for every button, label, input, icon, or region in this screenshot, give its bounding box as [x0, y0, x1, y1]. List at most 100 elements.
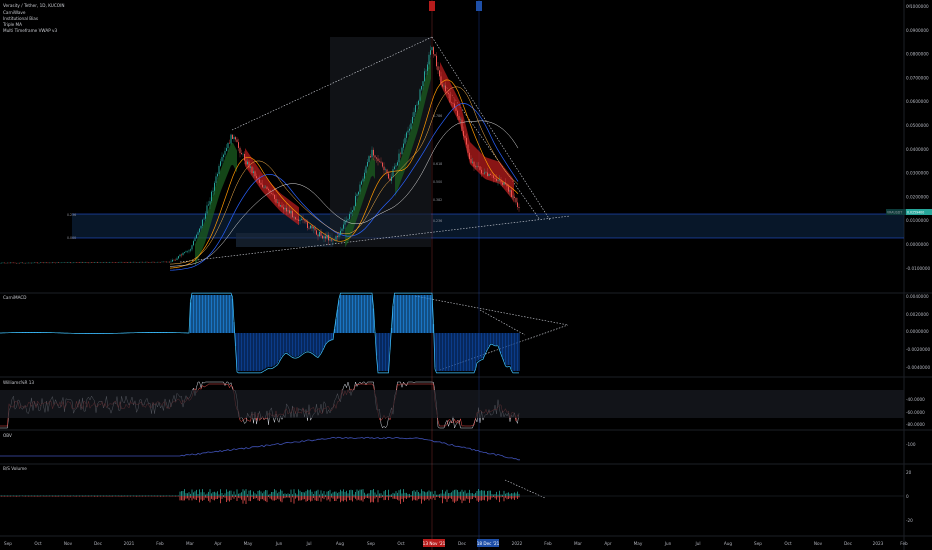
candle-body [280, 205, 281, 207]
macd-bar [494, 333, 496, 346]
candle-body [209, 201, 211, 205]
time-tick: Nov [64, 541, 73, 546]
macd-bar [198, 295, 201, 333]
macd-bar [443, 333, 445, 371]
sell-marker[interactable] [429, 1, 435, 11]
svg-text:0.0000000: 0.0000000 [906, 329, 929, 334]
macd-bar [300, 333, 303, 355]
fib-0786: 0.786 [433, 114, 442, 118]
buy-marker[interactable] [476, 1, 482, 11]
candle-body [404, 137, 406, 144]
candle-body [394, 166, 395, 170]
symbol-title[interactable]: Verasity / Tether, 1D, KUCOIN [3, 3, 64, 8]
candle-body [421, 86, 422, 90]
candle-body [457, 110, 458, 117]
candle-body [302, 218, 304, 221]
macd-bar [302, 333, 304, 353]
candle-body [340, 230, 341, 235]
candle-body [443, 85, 445, 87]
svg-text:-40.0000: -40.0000 [906, 397, 925, 402]
macd-bar [482, 333, 484, 359]
candle-body [389, 178, 391, 181]
candle-body [274, 194, 275, 199]
bsvolume-title[interactable]: B/S Volume [3, 466, 27, 471]
williams-title[interactable]: Williams%R 13 [3, 380, 34, 385]
macd-bar [440, 333, 442, 371]
macd-bar [489, 333, 492, 344]
candle-body [328, 234, 329, 241]
settings-icon[interactable]: ⚙ [908, 4, 911, 8]
time-tick: Jun [664, 541, 672, 546]
price-axis[interactable]: 0.10000000.09000000.08000000.07000000.06… [906, 4, 930, 271]
macd-bar [311, 333, 313, 353]
macd-bar [381, 333, 384, 371]
candle-body [385, 169, 386, 171]
candle-body [517, 202, 518, 207]
macd-bar [359, 295, 361, 333]
macd-bar [270, 333, 273, 367]
candle-body [269, 190, 271, 193]
time-tick: Jul [305, 541, 311, 546]
macd-bar [330, 333, 333, 340]
candle-body [221, 157, 223, 162]
chart-canvas[interactable]: Verasity / Tether, 1D, KUCOIN CarniWave … [0, 0, 932, 550]
macd-bar [339, 295, 342, 333]
macd-bar [246, 333, 249, 371]
macd-bar [308, 333, 310, 352]
macd-bar [495, 333, 498, 346]
macd-bar [518, 333, 520, 371]
macd-bar [204, 295, 207, 333]
macd-bar [455, 333, 457, 371]
svg-text:-0.0020000: -0.0020000 [906, 347, 930, 352]
time-axis[interactable]: Sep Oct Nov Dec 2021 Feb Mar Apr May Jun Jul Aug Sep… [4, 539, 908, 547]
indicator-2[interactable]: Institutional Bias [3, 16, 38, 21]
macd-bar [504, 333, 507, 365]
candle-body [181, 254, 182, 256]
candle-body [200, 225, 202, 229]
svg-text:0: 0 [906, 494, 909, 499]
candle-body [310, 225, 311, 229]
macd-bar [378, 333, 381, 371]
candle-body [358, 191, 359, 195]
macd-bar [414, 295, 417, 333]
macd-bar [258, 333, 261, 371]
macd-bar [192, 295, 195, 333]
candle-body [511, 190, 512, 197]
candle-body [335, 236, 337, 241]
macd-bar [464, 333, 466, 371]
macd-bar [255, 333, 258, 371]
candle-body [199, 228, 200, 233]
candle-body [514, 196, 515, 198]
indicator-4[interactable]: Multi Timeframe VWAP v3 [3, 28, 58, 33]
macd-bar [408, 295, 411, 333]
macd-bar [212, 295, 214, 333]
macd-bar [384, 333, 387, 371]
candle-body [251, 166, 253, 173]
candle-body [322, 235, 323, 239]
macd-bar [405, 295, 408, 333]
svg-text:0.0020000: 0.0020000 [906, 312, 929, 317]
candle-body [407, 130, 409, 133]
macd-bar [362, 295, 364, 333]
macd-bar [512, 333, 514, 371]
candle-body [238, 142, 239, 148]
obv-title[interactable]: OBV [3, 433, 12, 438]
candle-body [218, 165, 220, 174]
macd-bar [243, 333, 246, 371]
candle-body [455, 107, 457, 111]
macd-title[interactable]: CarniMACD [3, 295, 27, 300]
indicator-3[interactable]: Triple MA [2, 22, 22, 27]
chart-legend[interactable]: Verasity / Tether, 1D, KUCOIN CarniWave … [2, 3, 64, 33]
indicator-1[interactable]: CarniWave [3, 10, 26, 15]
candle-body [388, 173, 389, 179]
candle-body [493, 175, 494, 178]
candle-body [332, 239, 334, 241]
macd-bar [402, 295, 405, 333]
macd-bar [293, 333, 295, 357]
candle-body [287, 210, 289, 212]
macd-bar [341, 295, 343, 333]
macd-bar [318, 333, 321, 355]
macd-bar [507, 333, 510, 366]
macd-bar [303, 333, 306, 353]
candle-body [499, 179, 500, 181]
